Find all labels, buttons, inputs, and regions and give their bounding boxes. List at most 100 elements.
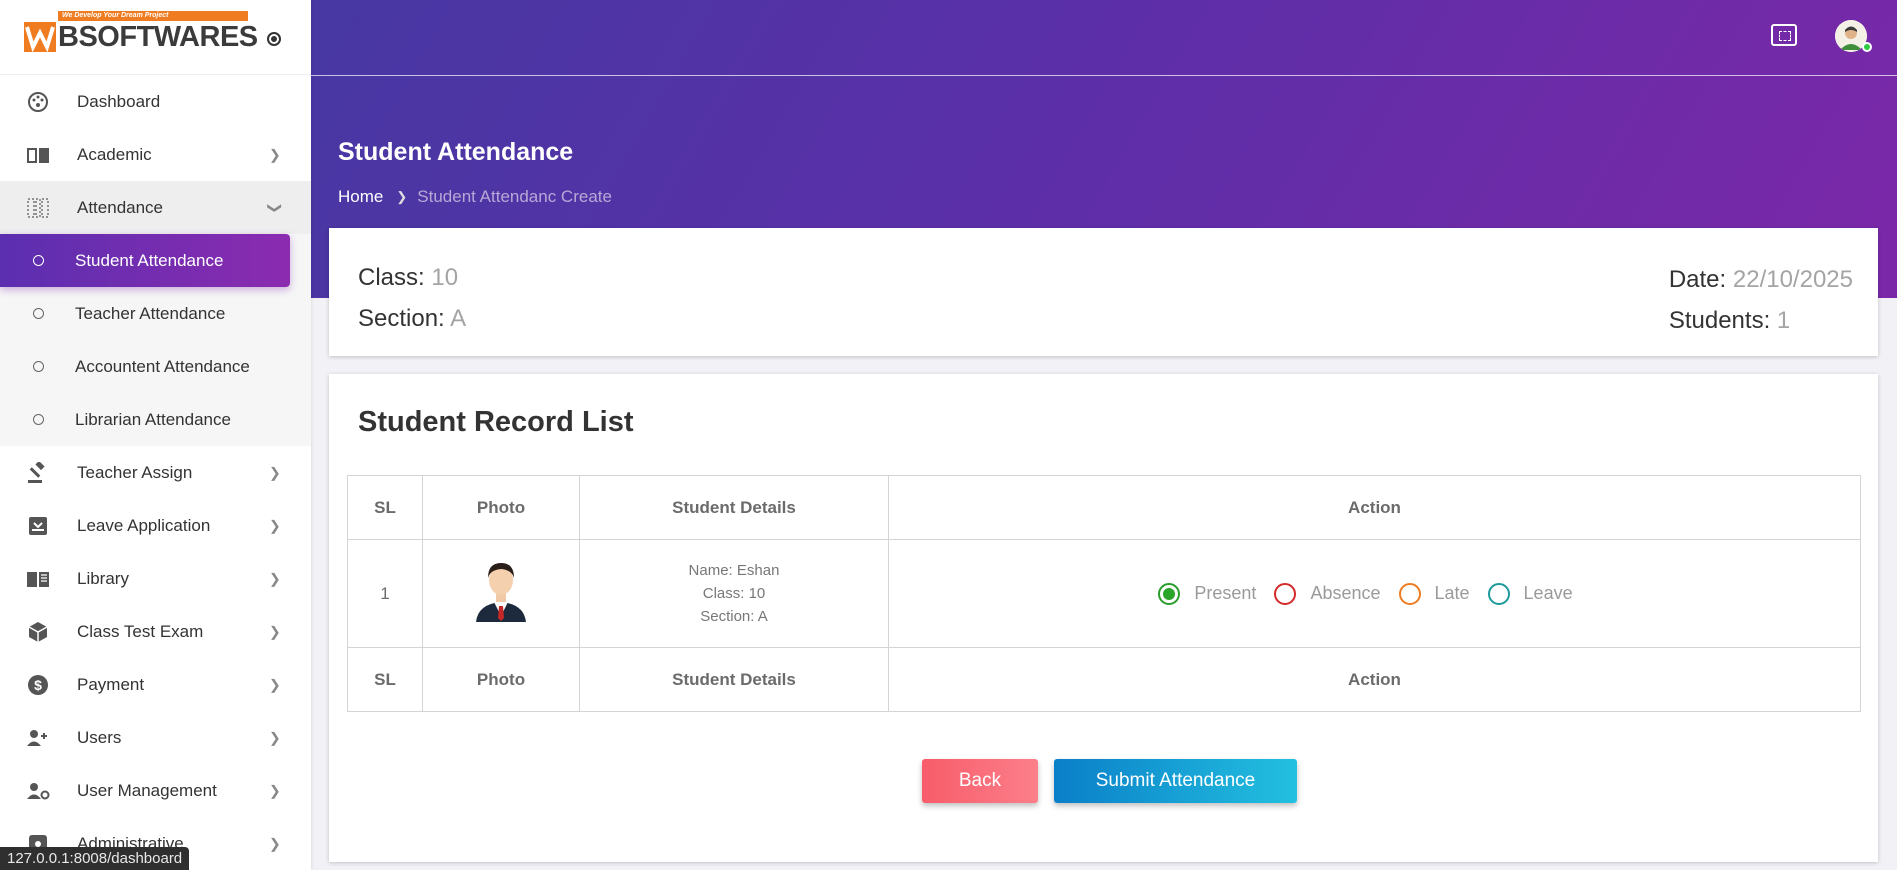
students-value: 1 (1776, 307, 1791, 334)
sidebar-item-payment[interactable]: $ Payment ❯ (0, 658, 311, 711)
back-button[interactable]: Back (922, 759, 1038, 803)
cube-icon (26, 620, 50, 644)
page-title: Student Attendance (338, 138, 574, 166)
sidebar-item-leave-application[interactable]: Leave Application ❯ (0, 499, 311, 552)
row-details: Name: Eshan Class: 10 Section: A (579, 539, 889, 648)
radio-unchecked-icon[interactable] (1274, 582, 1297, 605)
class-label: Class: (358, 264, 425, 291)
class-info-card: Class: 10 Section: A Date: 22/10/2025 St… (329, 228, 1878, 356)
breadcrumb-current: Student Attendanc Create (417, 187, 612, 206)
column-header-photo: Photo (422, 475, 580, 540)
attendance-options: Present Absence Late Leave (889, 582, 1860, 605)
submenu-librarian-attendance[interactable]: Librarian Attendance (0, 393, 311, 446)
date-students-info: Date: 22/10/2025 Students: 1 (1669, 259, 1853, 341)
online-status-dot (1862, 42, 1872, 52)
sidebar-nav: Dashboard Academic ❯ Attendance ❯ (0, 75, 311, 234)
chevron-right-icon: ❯ (269, 517, 281, 533)
column-header-sl: SL (347, 475, 423, 540)
radio-label: Absence (1310, 583, 1381, 603)
breadcrumb-home[interactable]: Home (338, 187, 383, 207)
radio-label: Present (1194, 583, 1257, 603)
header-divider (311, 75, 1897, 76)
sidebar-item-user-management[interactable]: User Management ❯ (0, 764, 311, 817)
brand-name: BSOFTWARES (58, 20, 258, 53)
table-footer-row: SL Photo Student Details Action (347, 647, 1861, 712)
table-header-row: SL Photo Student Details Action (347, 475, 1861, 540)
dashboard-icon (26, 90, 50, 114)
chevron-down-icon: ❯ (267, 201, 284, 214)
date-value: 22/10/2025 (1732, 266, 1853, 293)
row-action: Present Absence Late Leave (888, 539, 1861, 648)
sidebar-item-users[interactable]: Users ❯ (0, 711, 311, 764)
sidebar-item-label: Leave Application (77, 515, 211, 535)
sidebar-item-teacher-assign[interactable]: Teacher Assign ❯ (0, 446, 311, 499)
inbox-icon (26, 514, 50, 538)
radio-checked-icon[interactable] (1158, 582, 1181, 605)
record-list-title: Student Record List (358, 406, 634, 438)
class-section-info: Class: 10 Section: A (358, 257, 466, 339)
sidebar-item-label: Teacher Assign (77, 462, 193, 482)
user-gear-icon (26, 779, 50, 803)
radio-unchecked-icon[interactable] (1487, 582, 1510, 605)
sidebar-item-label: Users (77, 727, 122, 747)
sidebar-item-dashboard[interactable]: Dashboard (0, 75, 311, 128)
submenu-accountent-attendance[interactable]: Accountent Attendance (0, 340, 311, 393)
submenu-label: Accountent Attendance (75, 356, 250, 376)
chevron-right-icon: ❯ (269, 782, 281, 798)
breadcrumb: Home ❯ Student Attendanc Create (338, 187, 612, 207)
sidebar-item-attendance[interactable]: Attendance ❯ (0, 181, 311, 234)
student-record-card: Student Record List SL Photo Student Det… (329, 374, 1878, 862)
sidebar-item-label: User Management (77, 780, 217, 800)
circle-icon (33, 361, 44, 372)
students-label: Students: (1668, 307, 1771, 334)
sidebar-nav-lower: Teacher Assign ❯ Leave Application ❯ Lib… (0, 446, 311, 870)
radio-unchecked-icon[interactable] (1398, 582, 1421, 605)
book-icon (26, 143, 50, 167)
chevron-right-icon: ❯ (269, 676, 281, 692)
sidebar-item-class-test-exam[interactable]: Class Test Exam ❯ (0, 605, 311, 658)
sidebar-item-label: Payment (77, 674, 145, 694)
sidebar-item-academic[interactable]: Academic ❯ (0, 128, 311, 181)
date-label: Date: (1668, 266, 1727, 293)
student-name: Name: Eshan (688, 562, 780, 579)
section-label: Section: (358, 305, 445, 332)
submenu-label: Student Attendance (75, 250, 224, 270)
radio-present[interactable]: Present (1158, 582, 1257, 605)
gavel-icon (26, 461, 50, 485)
sidebar-item-library[interactable]: Library ❯ (0, 552, 311, 605)
submenu-teacher-attendance[interactable]: Teacher Attendance (0, 287, 311, 340)
chevron-right-icon: ❯ (269, 570, 281, 586)
submenu-student-attendance[interactable]: Student Attendance (0, 234, 290, 287)
radio-leave[interactable]: Leave (1487, 582, 1573, 605)
column-footer-sl: SL (347, 647, 423, 712)
sidebar-item-label: Library (77, 568, 129, 588)
column-footer-action: Action (888, 647, 1861, 712)
chevron-right-icon: ❯ (269, 146, 281, 162)
sidebar-item-label: Attendance (77, 197, 164, 217)
column-footer-photo: Photo (422, 647, 580, 712)
svg-text:$: $ (34, 677, 42, 693)
submenu-label: Teacher Attendance (75, 303, 226, 323)
brand-logo[interactable]: We Develop Your Dream Project BSOFTWARES (24, 10, 258, 54)
chevron-right-icon: ❯ (396, 189, 408, 204)
submenu-label: Librarian Attendance (75, 409, 231, 429)
radio-absence[interactable]: Absence (1274, 582, 1381, 605)
column-footer-details: Student Details (579, 647, 889, 712)
logo-bar: We Develop Your Dream Project BSOFTWARES (0, 0, 311, 75)
sidebar-toggle-icon[interactable] (267, 32, 281, 46)
student-section: Section: A (700, 608, 768, 625)
radio-late[interactable]: Late (1398, 582, 1470, 605)
sidebar-item-label: Class Test Exam (77, 621, 204, 641)
users-icon (26, 726, 50, 750)
circle-icon (33, 414, 44, 425)
fullscreen-icon[interactable] (1771, 24, 1797, 46)
section-value: A (450, 305, 467, 332)
attendance-icon (26, 196, 50, 220)
row-photo (422, 539, 580, 648)
circle-icon (33, 308, 44, 319)
submit-attendance-button[interactable]: Submit Attendance (1054, 759, 1297, 803)
chevron-right-icon: ❯ (269, 835, 281, 851)
circle-icon (33, 255, 44, 266)
table-row: 1 Name: Eshan Class: 10 Section: A Prese… (347, 539, 1861, 648)
column-header-action: Action (888, 475, 1861, 540)
